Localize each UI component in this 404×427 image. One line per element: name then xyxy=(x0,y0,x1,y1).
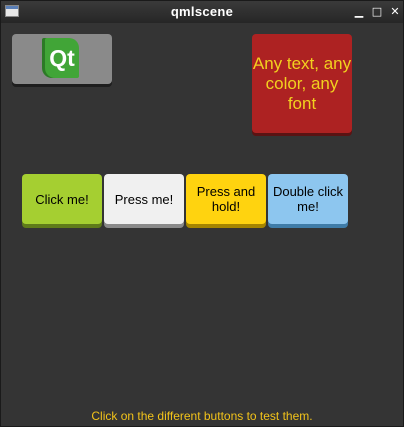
click-me-button[interactable]: Click me! xyxy=(22,174,102,224)
app-window: qmlscene ▁ □ ✕ Qt Any text, any color, a… xyxy=(0,0,404,427)
maximize-button[interactable]: □ xyxy=(371,6,383,18)
window-title: qmlscene xyxy=(170,4,234,19)
title-bar[interactable]: qmlscene ▁ □ ✕ xyxy=(1,1,403,23)
qt-logo-icon: Qt xyxy=(45,38,79,78)
close-button[interactable]: ✕ xyxy=(389,6,401,18)
press-and-hold-button[interactable]: Press and hold! xyxy=(186,174,266,224)
press-me-button[interactable]: Press me! xyxy=(104,174,184,224)
press-and-hold-label: Press and hold! xyxy=(196,184,256,214)
qt-logo-button[interactable]: Qt xyxy=(12,34,112,84)
minimize-button[interactable]: ▁ xyxy=(353,6,365,18)
double-click-button[interactable]: Double click me! xyxy=(268,174,348,224)
double-click-label: Double click me! xyxy=(272,184,344,214)
any-text-label: Any text, any color, any font xyxy=(252,53,352,113)
any-text-button[interactable]: Any text, any color, any font xyxy=(252,34,352,133)
press-me-label: Press me! xyxy=(114,191,174,207)
click-me-label: Click me! xyxy=(35,191,89,207)
footer-hint: Click on the different buttons to test t… xyxy=(91,409,313,423)
